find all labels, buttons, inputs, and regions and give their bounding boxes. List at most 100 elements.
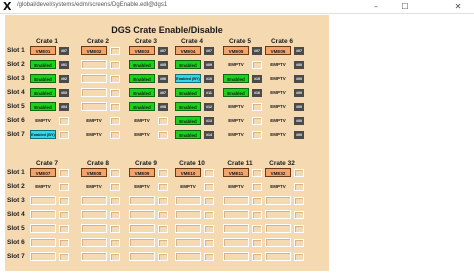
enabled-toggle[interactable]: Enabled — [30, 74, 56, 83]
status-indicator-blank — [252, 102, 262, 111]
vme-button[interactable]: VME01 — [30, 46, 56, 55]
blank-slot — [265, 210, 291, 219]
status-indicator-blank — [204, 182, 214, 191]
crate-header: Crate 3 — [134, 38, 158, 45]
blank-slot — [223, 238, 249, 247]
status-indicator-blank — [294, 182, 304, 191]
crate-header: Crate 4 — [180, 38, 204, 45]
vme-button[interactable]: VME04 — [175, 46, 201, 55]
slot-label: Slot 1 — [7, 47, 25, 54]
enabled-toggle[interactable]: Enabled — [223, 88, 249, 97]
vme-button[interactable]: VME09 — [129, 168, 155, 177]
status-indicator-blank — [110, 46, 120, 55]
status-indicator-blank — [158, 196, 168, 205]
vme-button[interactable]: VME03 — [129, 46, 155, 55]
empty-slot-label: EMPTV — [228, 118, 244, 123]
status-indicator-blank — [252, 60, 262, 69]
empty-slot-label: EMPTV — [86, 118, 102, 123]
vme-button[interactable]: VME08 — [81, 168, 107, 177]
status-indicator: #00 — [294, 130, 304, 139]
blank-slot — [81, 210, 107, 219]
status-indicator-blank — [110, 182, 120, 191]
status-indicator-blank — [59, 224, 69, 233]
blank-slot — [81, 74, 107, 83]
status-indicator: #00 — [294, 102, 304, 111]
blank-slot — [175, 210, 201, 219]
slot-label: Slot 3 — [7, 197, 25, 204]
status-indicator-blank — [158, 224, 168, 233]
status-indicator: #07 — [204, 46, 214, 55]
empty-slot-label: EMPTV — [228, 132, 244, 137]
status-indicator-blank — [252, 238, 262, 247]
status-indicator: #02 — [59, 74, 69, 83]
enabled-toggle[interactable]: Enabled — [175, 116, 201, 125]
crate-header: Crate 8 — [86, 160, 110, 167]
enabled-toggle[interactable]: Enabled — [129, 88, 155, 97]
status-indicator-blank — [59, 196, 69, 205]
maximize-button[interactable]: ☐ — [398, 1, 412, 12]
empty-slot-label: EMPTV — [86, 184, 102, 189]
empty-slot-label: EMPTV — [228, 184, 244, 189]
status-indicator-blank — [110, 196, 120, 205]
blank-slot — [129, 238, 155, 247]
enabled-toggle[interactable]: Enabled — [175, 130, 201, 139]
status-indicator-blank — [294, 238, 304, 247]
status-indicator: #13 — [204, 116, 214, 125]
close-button[interactable]: ✕ — [451, 1, 465, 12]
enabled-toggle[interactable]: Enabled — [175, 88, 201, 97]
blank-slot — [223, 210, 249, 219]
status-indicator-blank — [158, 252, 168, 261]
vme-button[interactable]: VME11 — [223, 168, 249, 177]
status-indicator-blank — [158, 182, 168, 191]
empty-slot-label: EMPTV — [35, 118, 51, 123]
crate-header: Crate 7 — [35, 160, 59, 167]
status-indicator: #04 — [59, 102, 69, 111]
slot-label: Slot 4 — [7, 211, 25, 218]
vme-button[interactable]: VME07 — [30, 168, 56, 177]
blank-slot — [265, 196, 291, 205]
status-indicator-blank — [294, 224, 304, 233]
bypass-toggle[interactable]: Enabled (BY) — [30, 130, 56, 139]
blank-slot — [175, 196, 201, 205]
status-indicator-blank — [252, 252, 262, 261]
minimize-button[interactable]: – — [369, 1, 383, 12]
status-indicator-blank — [252, 224, 262, 233]
enabled-toggle[interactable]: Enabled — [223, 74, 249, 83]
blank-slot — [30, 252, 56, 261]
enabled-toggle[interactable]: Enabled — [175, 60, 201, 69]
status-indicator-blank — [110, 168, 120, 177]
bypass-toggle[interactable]: Enabled (BY) — [175, 74, 201, 83]
enabled-toggle[interactable]: Enabled — [129, 74, 155, 83]
status-indicator-blank — [158, 168, 168, 177]
enabled-toggle[interactable]: Enabled — [30, 60, 56, 69]
status-indicator-blank — [294, 196, 304, 205]
status-indicator: #03 — [59, 88, 69, 97]
status-indicator: #07 — [158, 46, 168, 55]
status-indicator: #00 — [294, 88, 304, 97]
status-indicator-blank — [110, 88, 120, 97]
enabled-toggle[interactable]: Enabled — [129, 102, 155, 111]
status-indicator-blank — [110, 130, 120, 139]
vme-button[interactable]: VME02 — [81, 46, 107, 55]
status-indicator-blank — [204, 238, 214, 247]
blank-slot — [30, 196, 56, 205]
status-indicator-blank — [252, 116, 262, 125]
blank-slot — [81, 196, 107, 205]
enabled-toggle[interactable]: Enabled — [129, 60, 155, 69]
slot-label: Slot 4 — [7, 89, 25, 96]
empty-slot-label: EMPTV — [134, 132, 150, 137]
status-indicator-blank — [110, 60, 120, 69]
enabled-toggle[interactable]: Enabled — [30, 88, 56, 97]
blank-area — [329, 15, 474, 274]
vme-button[interactable]: VME05 — [223, 46, 249, 55]
blank-slot — [81, 88, 107, 97]
enabled-toggle[interactable]: Enabled — [175, 102, 201, 111]
window-title: /global/devel/systems/edm/screens/DgEnab… — [17, 2, 168, 8]
vme-button[interactable]: VME06 — [265, 46, 291, 55]
vme-button[interactable]: VME10 — [175, 168, 201, 177]
blank-slot — [265, 238, 291, 247]
enabled-toggle[interactable]: Enabled — [30, 102, 56, 111]
app-x-icon: X — [3, 0, 12, 13]
blank-slot — [81, 102, 107, 111]
vme-button[interactable]: VME32 — [265, 168, 291, 177]
